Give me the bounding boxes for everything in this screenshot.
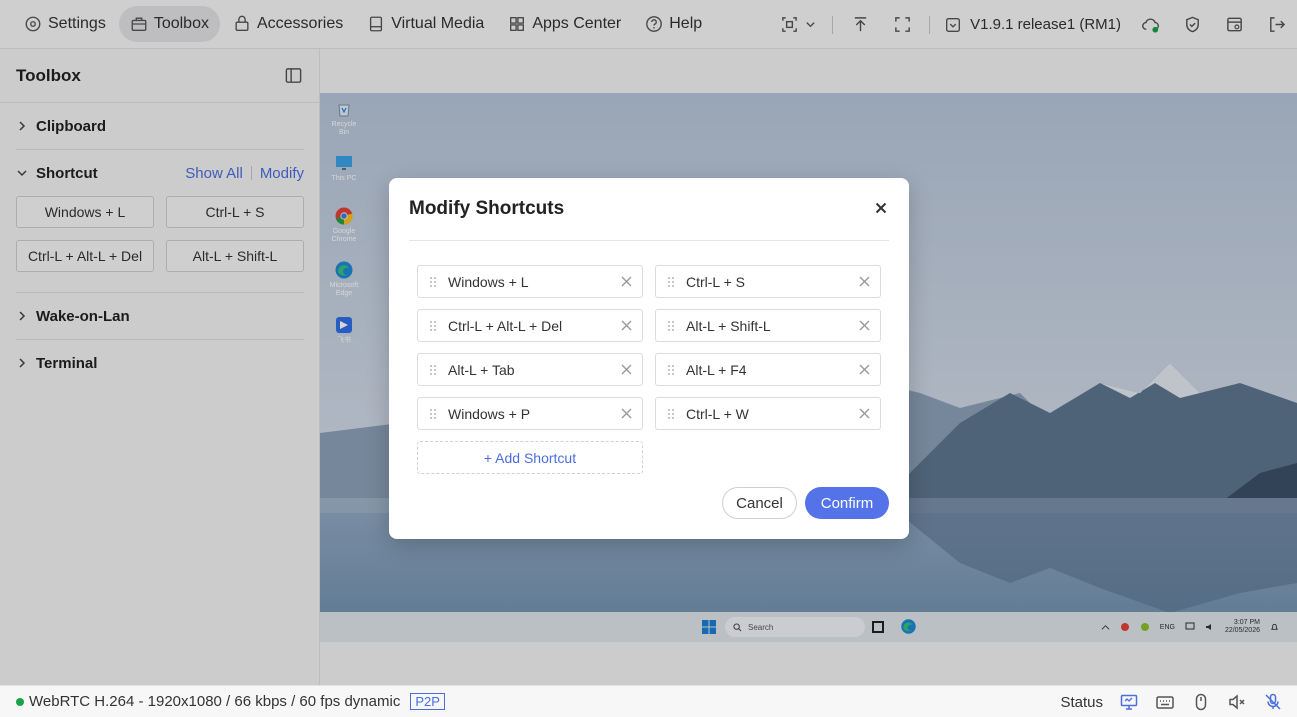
drag-handle-icon[interactable] xyxy=(428,320,438,332)
status-label[interactable]: Status xyxy=(1060,694,1103,711)
shortcut-edit-label: Ctrl-L + W xyxy=(686,405,749,422)
shortcut-edit-item[interactable]: Windows + P xyxy=(417,397,643,430)
shortcut-edit-label: Ctrl-L + Alt-L + Del xyxy=(448,317,563,334)
dialog-title: Modify Shortcuts xyxy=(409,198,565,219)
confirm-button[interactable]: Confirm xyxy=(805,487,889,519)
drag-handle-icon[interactable] xyxy=(428,408,438,420)
shortcut-edit-item[interactable]: Ctrl-L + Alt-L + Del xyxy=(417,309,643,342)
shortcut-edit-label: Ctrl-L + S xyxy=(686,273,745,290)
drag-handle-icon[interactable] xyxy=(666,320,676,332)
stream-info: WebRTC H.264 - 1920x1080 / 66 kbps / 60 … xyxy=(29,693,401,710)
remove-icon[interactable] xyxy=(621,408,632,419)
remove-icon[interactable] xyxy=(859,320,870,331)
drag-handle-icon[interactable] xyxy=(666,276,676,288)
status-bar-controls: Status xyxy=(1060,686,1283,717)
shortcut-edit-label: Alt-L + Shift-L xyxy=(686,317,771,334)
shortcut-edit-item[interactable]: Alt-L + Tab xyxy=(417,353,643,386)
status-bar: WebRTC H.264 - 1920x1080 / 66 kbps / 60 … xyxy=(0,685,1297,717)
shortcut-edit-list: Windows + L Ctrl-L + S Ctrl-L + Alt-L + … xyxy=(417,265,881,474)
shortcut-edit-item[interactable]: Alt-L + F4 xyxy=(655,353,881,386)
monitor-status-icon[interactable] xyxy=(1119,692,1139,712)
mouse-icon[interactable] xyxy=(1191,692,1211,712)
shortcut-edit-item[interactable]: Windows + L xyxy=(417,265,643,298)
connection-status-dot xyxy=(16,697,24,706)
shortcut-edit-item[interactable]: Alt-L + Shift-L xyxy=(655,309,881,342)
cancel-button[interactable]: Cancel xyxy=(722,487,797,519)
p2p-badge: P2P xyxy=(410,693,445,710)
shortcut-edit-label: Windows + L xyxy=(448,273,529,290)
shortcut-edit-label: Windows + P xyxy=(448,405,531,422)
keyboard-icon[interactable] xyxy=(1155,692,1175,712)
modify-shortcuts-dialog: Modify Shortcuts Windows + L Ctrl-L + S … xyxy=(389,178,909,539)
remove-icon[interactable] xyxy=(621,364,632,375)
dialog-divider xyxy=(409,240,889,241)
shortcut-edit-label: Alt-L + Tab xyxy=(448,361,515,378)
drag-handle-icon[interactable] xyxy=(428,364,438,376)
remove-icon[interactable] xyxy=(859,364,870,375)
close-icon[interactable] xyxy=(873,200,889,216)
microphone-muted-icon[interactable] xyxy=(1263,692,1283,712)
drag-handle-icon[interactable] xyxy=(666,408,676,420)
shortcut-edit-item[interactable]: Ctrl-L + S xyxy=(655,265,881,298)
drag-handle-icon[interactable] xyxy=(428,276,438,288)
remove-icon[interactable] xyxy=(621,276,632,287)
remove-icon[interactable] xyxy=(621,320,632,331)
remove-icon[interactable] xyxy=(859,408,870,419)
add-shortcut-button[interactable]: + Add Shortcut xyxy=(417,441,643,474)
shortcut-edit-item[interactable]: Ctrl-L + W xyxy=(655,397,881,430)
speaker-muted-icon[interactable] xyxy=(1227,692,1247,712)
remove-icon[interactable] xyxy=(859,276,870,287)
drag-handle-icon[interactable] xyxy=(666,364,676,376)
shortcut-edit-label: Alt-L + F4 xyxy=(686,361,747,378)
